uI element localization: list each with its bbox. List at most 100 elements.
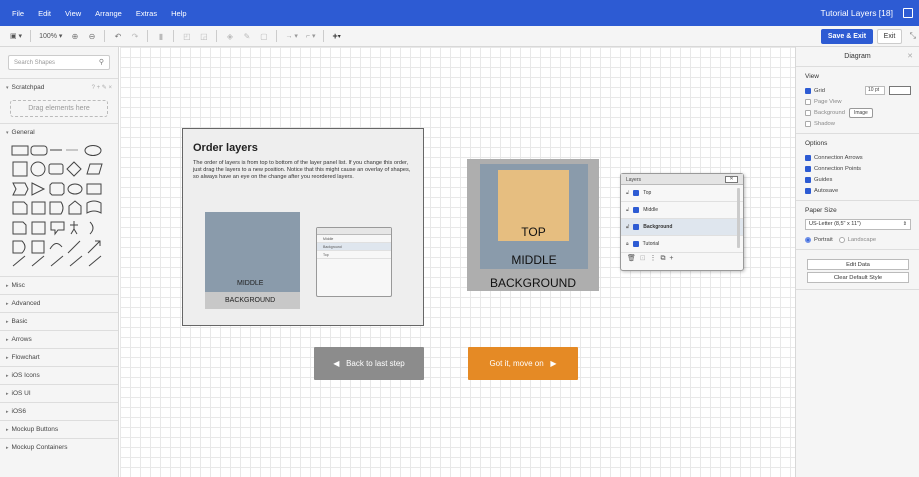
section-misc[interactable]: ▸ Misc xyxy=(0,276,118,294)
connection-style-icon[interactable]: → ▾ xyxy=(285,32,297,40)
page-format-icon[interactable]: ▣ ▾ xyxy=(10,32,22,40)
section-ios-ui[interactable]: ▸ iOS UI xyxy=(0,384,118,402)
paper-size-select[interactable]: US-Letter (8,5" x 11") ⇕ xyxy=(805,219,911,230)
menu-file[interactable]: File xyxy=(12,9,24,18)
general-shapes-palette[interactable] xyxy=(10,143,112,270)
layers-panel[interactable]: Layers ✕ 🔓︎ Top 🔓︎ Middle 🔓︎ Background 🔒︎ T… xyxy=(620,173,744,271)
visibility-checkbox[interactable] xyxy=(633,190,640,196)
caret-right-icon: ▸ xyxy=(6,372,9,379)
toolbar-divider xyxy=(30,30,32,42)
main-menu: File Edit View Arrange Extras Help xyxy=(0,9,201,18)
connection-arrows-option[interactable]: Connection Arrows xyxy=(805,152,911,163)
more-icon[interactable]: ⋮ xyxy=(650,255,657,262)
layers-panel-header[interactable]: Layers ✕ xyxy=(621,174,743,185)
guides-option[interactable]: Guides xyxy=(805,174,911,185)
layer-row-tutorial[interactable]: 🔒︎ Tutorial xyxy=(621,236,743,253)
autosave-option[interactable]: Autosave xyxy=(805,185,911,196)
search-icon[interactable]: ⚲ xyxy=(99,58,104,66)
section-ios6[interactable]: ▸ iOS6 xyxy=(0,402,118,420)
lock-icon[interactable]: 🔓︎ xyxy=(626,190,629,196)
back-to-last-step-button[interactable]: ◀ Back to last step xyxy=(314,347,424,380)
page-view-option[interactable]: Page View xyxy=(805,96,911,107)
waypoints-icon[interactable]: ⌐ ▾ xyxy=(306,32,316,40)
redo-icon[interactable]: ↷ xyxy=(130,32,139,41)
move-on-button[interactable]: Got it, move on ▶ xyxy=(468,347,578,380)
page-view-checkbox[interactable] xyxy=(805,98,811,105)
grid-size-input[interactable]: 10 pt xyxy=(865,86,885,95)
layer-row-middle[interactable]: 🔓︎ Middle xyxy=(621,202,743,219)
to-front-icon[interactable]: ◰ xyxy=(182,32,191,41)
line-color-icon[interactable]: ✎ xyxy=(242,32,251,41)
zoom-select[interactable]: 100% ▾ xyxy=(39,32,62,41)
diagram-canvas[interactable]: Order layers The order of layers is from… xyxy=(120,47,795,477)
fullscreen-icon[interactable] xyxy=(903,8,913,18)
background-checkbox[interactable] xyxy=(805,109,811,116)
grid-color-swatch[interactable] xyxy=(889,86,911,95)
fill-color-icon[interactable]: ◈ xyxy=(225,32,234,41)
close-icon[interactable]: ✕ xyxy=(907,52,913,60)
grid-checkbox[interactable] xyxy=(805,87,811,94)
menu-help[interactable]: Help xyxy=(171,9,186,18)
shadow-option[interactable]: Shadow xyxy=(805,118,911,129)
exit-button[interactable]: Exit xyxy=(877,29,902,44)
portrait-radio[interactable] xyxy=(805,236,811,243)
to-back-icon[interactable]: ◲ xyxy=(199,32,208,41)
connection-points-option[interactable]: Connection Points xyxy=(805,163,911,174)
save-exit-button[interactable]: Save & Exit xyxy=(821,29,873,44)
trash-icon[interactable]: 🗑︎ xyxy=(627,255,636,262)
menu-view[interactable]: View xyxy=(65,9,81,18)
clear-default-style-button[interactable]: Clear Default Style xyxy=(807,272,909,283)
undo-icon[interactable]: ↶ xyxy=(113,32,122,41)
edit-data-button[interactable]: Edit Data xyxy=(807,259,909,270)
section-general[interactable]: ▾ General xyxy=(0,123,118,141)
background-option[interactable]: Background Image xyxy=(805,107,911,118)
visibility-checkbox[interactable] xyxy=(633,207,640,213)
menu-edit[interactable]: Edit xyxy=(38,9,51,18)
section-mockup-buttons[interactable]: ▸ Mockup Buttons xyxy=(0,420,118,438)
add-layer-icon[interactable]: + xyxy=(669,255,673,262)
collapse-icon[interactable]: ⤡ xyxy=(910,31,916,41)
section-mockup-containers[interactable]: ▸ Mockup Containers xyxy=(0,438,118,456)
autosave-checkbox[interactable] xyxy=(805,187,811,194)
lock-icon[interactable]: 🔓︎ xyxy=(626,224,629,230)
delete-icon[interactable]: ▮ xyxy=(156,32,165,41)
move-selection-icon[interactable]: ⊡ xyxy=(640,255,646,262)
image-button[interactable]: Image xyxy=(848,107,873,118)
section-basic[interactable]: ▸ Basic xyxy=(0,312,118,330)
shadow-icon[interactable]: ▢ xyxy=(259,32,268,41)
tutorial-card[interactable]: Order layers The order of layers is from… xyxy=(182,128,424,326)
landscape-radio[interactable] xyxy=(838,236,845,243)
scratchpad-drop-zone[interactable]: Drag elements here xyxy=(10,100,108,117)
grid-option[interactable]: Grid 10 pt xyxy=(805,85,911,96)
insert-icon[interactable]: + ▾ xyxy=(332,31,340,41)
visibility-checkbox[interactable] xyxy=(632,241,639,247)
section-flowchart[interactable]: ▸ Flowchart xyxy=(0,348,118,366)
close-icon[interactable]: ✕ xyxy=(725,176,738,183)
mini-middle-label: MIDDLE xyxy=(237,280,264,287)
menu-extras[interactable]: Extras xyxy=(136,9,157,18)
search-shapes-input[interactable]: Search Shapes ⚲ xyxy=(8,55,110,70)
section-advanced[interactable]: ▸ Advanced xyxy=(0,294,118,312)
section-scratchpad[interactable]: ▾ Scratchpad ? + ✎ × xyxy=(0,78,118,96)
shape-icons[interactable] xyxy=(10,143,110,268)
caret-down-icon: ▾ xyxy=(6,84,9,91)
layer-row-top[interactable]: 🔓︎ Top xyxy=(621,185,743,202)
layers-scrollbar[interactable] xyxy=(737,188,740,248)
lock-icon[interactable]: 🔓︎ xyxy=(626,207,629,213)
scratchpad-actions[interactable]: ? + ✎ × xyxy=(92,84,112,91)
zoom-out-icon[interactable]: ⊖ xyxy=(87,32,96,41)
section-ios-icons[interactable]: ▸ iOS Icons xyxy=(0,366,118,384)
connection-points-checkbox[interactable] xyxy=(805,165,811,172)
section-arrows[interactable]: ▸ Arrows xyxy=(0,330,118,348)
shadow-checkbox[interactable] xyxy=(805,120,811,127)
connection-points-label: Connection Points xyxy=(814,165,862,172)
zoom-in-icon[interactable]: ⊕ xyxy=(70,32,79,41)
guides-checkbox[interactable] xyxy=(805,176,811,183)
visibility-checkbox[interactable] xyxy=(633,224,640,230)
section-label: Advanced xyxy=(11,300,41,307)
menu-arrange[interactable]: Arrange xyxy=(95,9,122,18)
duplicate-icon[interactable]: ⧉ xyxy=(660,255,665,262)
lock-icon[interactable]: 🔒︎ xyxy=(626,241,629,247)
layer-row-background[interactable]: 🔓︎ Background xyxy=(621,219,743,236)
connection-arrows-checkbox[interactable] xyxy=(805,154,811,161)
